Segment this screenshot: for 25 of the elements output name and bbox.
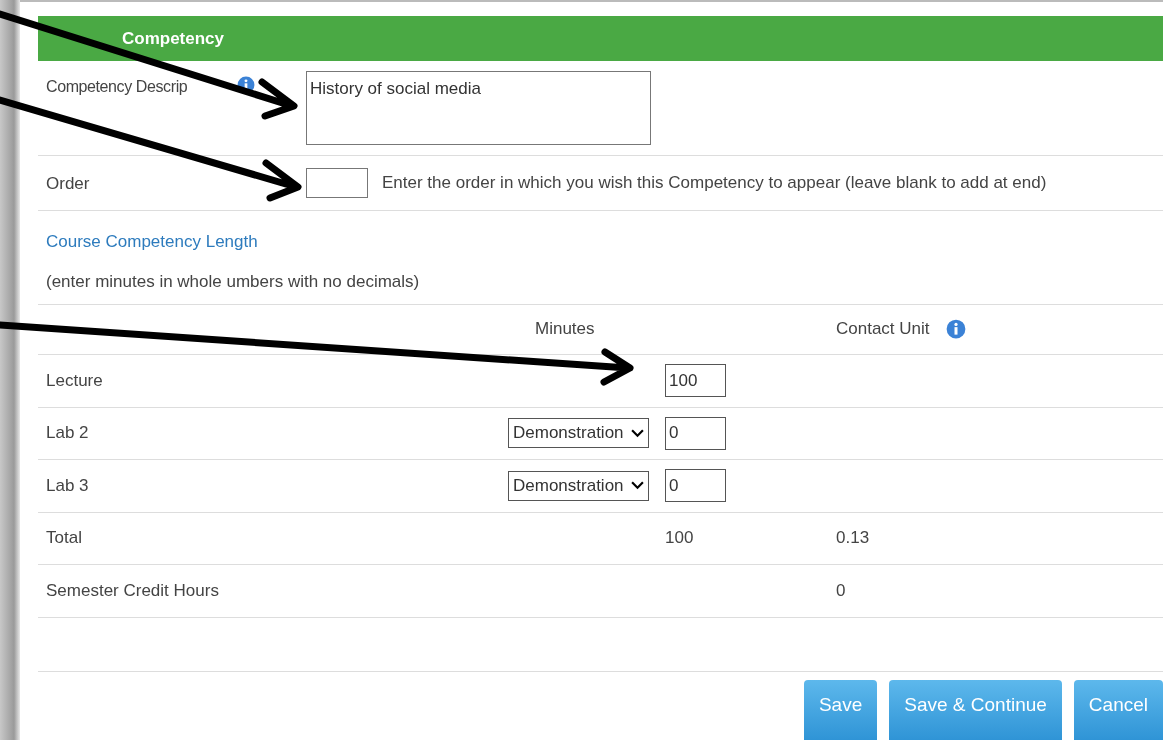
field-hint: Enter the order in which you wish this Competency to appear (leave blank to add at end) (382, 172, 1047, 193)
column-header: Contact Unit (836, 319, 930, 340)
row-label: Semester Credit Hours (46, 580, 219, 600)
row-label: Lab 3 (46, 475, 89, 495)
row-label: Lecture (46, 370, 103, 390)
type-dropdown[interactable]: Demonstration (508, 470, 649, 501)
contact-unit-value: 0.13 (836, 528, 870, 549)
contact-unit-value: 0 (836, 580, 846, 601)
order-field[interactable] (306, 167, 368, 198)
field-label: Competency Descrip (46, 78, 188, 96)
note-text: (enter minutes in whole umbers with no decimals) (46, 271, 420, 291)
minutes-field[interactable]: 0 (665, 469, 726, 503)
section-header: Competency (38, 16, 1163, 61)
minutes-field[interactable]: 100 (665, 364, 726, 398)
minutes-value: 100 (665, 528, 694, 548)
row-label: Total (46, 528, 82, 548)
caret-icon (631, 481, 644, 491)
row-label: Lab 2 (46, 423, 89, 443)
section-title: Course Competency Length (46, 231, 258, 251)
field-label: Order (46, 174, 90, 195)
minutes-field[interactable]: 0 (665, 416, 726, 450)
type-dropdown[interactable]: Demonstration (508, 418, 649, 449)
description-field[interactable]: History of social media (306, 71, 651, 145)
caret-icon (631, 428, 644, 438)
column-header: Minutes (535, 319, 595, 339)
